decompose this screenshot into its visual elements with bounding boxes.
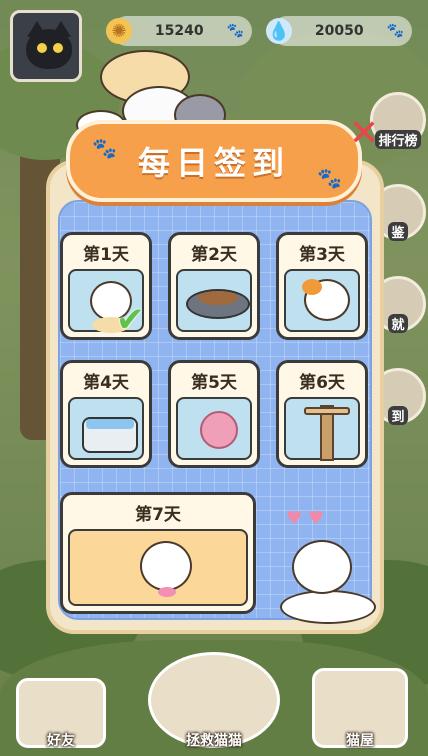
- day-card-5[interactable]: 第5天: [168, 360, 260, 468]
- nav-rescue-label: 拯救猫猫: [186, 733, 242, 749]
- day-card-4[interactable]: 第4天: [60, 360, 152, 468]
- day-label: 第7天: [135, 504, 181, 525]
- day-label: 第2天: [191, 244, 237, 265]
- cat-tree-icon: [284, 397, 360, 461]
- achievement-label: 就: [388, 314, 408, 333]
- nav-cat-house-label: 猫屋: [346, 733, 374, 749]
- water-value: 20050: [314, 23, 364, 39]
- day-label: 第6天: [299, 372, 345, 393]
- coin-value: 15240: [154, 23, 204, 39]
- calico-cat-icon: [284, 269, 360, 332]
- day-label: 第1天: [83, 244, 129, 265]
- day-label: 第4天: [83, 372, 129, 393]
- close-icon: ✕: [348, 112, 380, 154]
- food-bowl-icon: [176, 269, 252, 332]
- day-card-6[interactable]: 第6天: [276, 360, 368, 468]
- dialog-title: 每日签到: [137, 144, 290, 182]
- day-card-2[interactable]: 第2天: [168, 232, 260, 340]
- black-cat-icon: [26, 29, 72, 69]
- paw-plus-icon[interactable]: 🐾: [387, 23, 404, 39]
- paw-icon: 🐾: [317, 166, 342, 190]
- white-cat-decoration: ♥ ♥: [280, 508, 390, 630]
- dialog-title-banner: 🐾 每日签到 🐾: [66, 120, 362, 202]
- nav-rescue-cat[interactable]: 拯救猫猫: [148, 652, 280, 750]
- signin-side-label: 到: [388, 406, 408, 425]
- hearts-icon: ♥ ♥: [286, 508, 324, 529]
- sun-coin-icon: ✺: [106, 18, 132, 44]
- canned-food-icon: [68, 397, 144, 460]
- water-drop-icon: 💧: [266, 18, 292, 44]
- claimed-check-icon: ✔: [116, 300, 145, 340]
- yarn-ball-icon: [176, 397, 252, 460]
- nav-friends[interactable]: 好友: [16, 678, 106, 750]
- day-label: 第3天: [299, 244, 345, 265]
- water-counter[interactable]: 💧 20050 🐾: [266, 16, 412, 46]
- nav-cat-house[interactable]: 猫屋: [312, 668, 408, 750]
- paw-icon: 🐾: [92, 136, 117, 160]
- close-button[interactable]: ✕: [344, 112, 384, 154]
- day-card-7[interactable]: 第7天: [60, 492, 256, 614]
- ragdoll-cat-icon: [68, 529, 248, 606]
- handbook-label: 鉴: [388, 222, 408, 241]
- coin-counter[interactable]: ✺ 15240 🐾: [106, 16, 252, 46]
- nav-friends-label: 好友: [47, 733, 75, 749]
- day-label: 第5天: [191, 372, 237, 393]
- paw-plus-icon[interactable]: 🐾: [227, 23, 244, 39]
- day-card-3[interactable]: 第3天: [276, 232, 368, 340]
